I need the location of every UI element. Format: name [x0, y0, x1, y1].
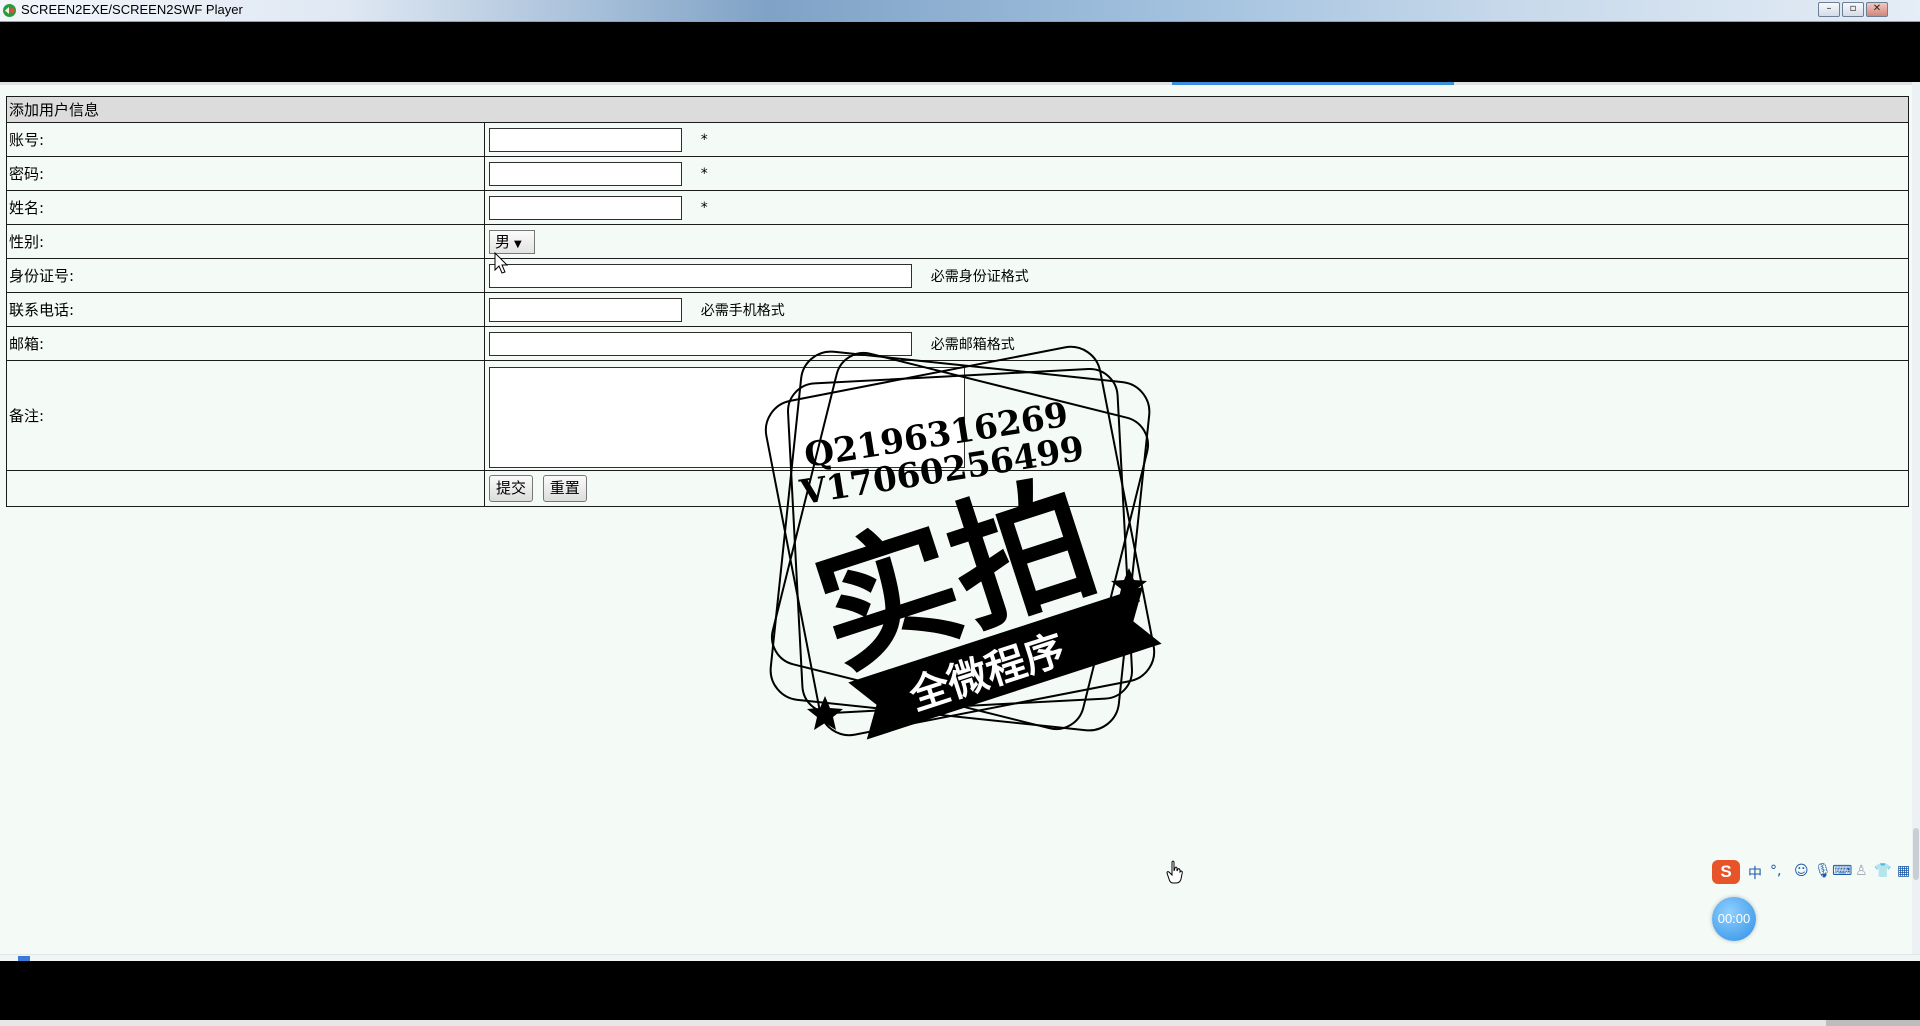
skin-shirt-icon[interactable]: 👕: [1874, 863, 1891, 879]
ime-punctuation-toggle[interactable]: °,: [1770, 863, 1781, 879]
keyboard-icon[interactable]: ⌨: [1832, 863, 1852, 879]
phone-input[interactable]: [489, 297, 682, 322]
active-tab-indicator: [1172, 82, 1454, 85]
ime-toolbar: S 中 °, ☺ 🎙 ⌨ ♙ 👕 ▦: [1712, 858, 1920, 886]
watermark-stamp: Q2196316269 V17060256499 实拍 全微程序: [764, 345, 1162, 740]
name-label: 姓名:: [6, 190, 485, 225]
mouse-arrow-cursor-icon: [494, 252, 509, 274]
form-row-account: 账号: *: [6, 122, 1909, 157]
form-row-password: 密码: *: [6, 156, 1909, 191]
submit-button[interactable]: 提交: [489, 475, 534, 502]
emoji-icon[interactable]: ☺: [1794, 863, 1809, 879]
email-label: 邮箱:: [6, 326, 485, 361]
form-row-gender: 性别: 男 ▼: [6, 224, 1909, 259]
player-progress-segment: [1826, 1020, 1920, 1026]
password-input[interactable]: [489, 161, 682, 186]
required-mark: *: [700, 131, 708, 148]
microphone-icon[interactable]: 🎙: [1814, 863, 1832, 879]
id-card-hint: 必需身份证格式: [930, 268, 1029, 285]
tab-strip-edge: [0, 82, 1920, 85]
ime-language-toggle[interactable]: 中: [1748, 863, 1762, 883]
hand-pointer-cursor-icon: [1166, 860, 1183, 884]
minimize-button[interactable]: –: [1818, 2, 1840, 17]
required-mark: *: [700, 165, 708, 182]
page-viewport: 添加用户信息 账号: * 密码: * 姓名: * 性别: 男 ▼ 身份证号: 必…: [0, 82, 1920, 961]
account-label: 账号:: [6, 122, 485, 157]
dropdown-arrow-icon: ▼: [514, 238, 522, 250]
minimize-icon: –: [1826, 3, 1832, 14]
maximize-icon: ▫: [1849, 3, 1857, 14]
letterbox-top: [0, 22, 1920, 82]
gender-label: 性别:: [6, 224, 485, 259]
actions-label-cell: [6, 470, 485, 507]
remark-label: 备注:: [6, 360, 485, 471]
sogou-logo-icon[interactable]: S: [1712, 860, 1740, 884]
required-mark: *: [700, 199, 708, 216]
phone-label: 联系电话:: [6, 292, 485, 327]
recording-timer[interactable]: 00:00: [1712, 897, 1756, 941]
window-title-bar: SCREEN2EXE/SCREEN2SWF Player – ▫ ✕: [0, 0, 1920, 22]
grid-menu-icon[interactable]: ▦: [1897, 863, 1910, 879]
close-button[interactable]: ✕: [1866, 2, 1888, 17]
letterbox-bottom: [0, 961, 1920, 1026]
name-input[interactable]: [489, 195, 682, 220]
password-label: 密码:: [6, 156, 485, 191]
account-input[interactable]: [489, 127, 682, 152]
maximize-button[interactable]: ▫: [1842, 2, 1864, 17]
form-title: 添加用户信息: [6, 96, 1909, 123]
id-card-input[interactable]: [489, 263, 912, 288]
player-bottom-strip: [0, 1020, 1920, 1026]
reset-button[interactable]: 重置: [542, 475, 587, 502]
window-title: SCREEN2EXE/SCREEN2SWF Player: [21, 2, 243, 17]
scrollbar-thumb[interactable]: [1913, 828, 1919, 880]
user-icon[interactable]: ♙: [1855, 863, 1868, 879]
app-icon: [3, 4, 16, 17]
gender-selected-value: 男: [495, 232, 511, 251]
close-icon: ✕: [1872, 3, 1882, 14]
id-card-label: 身份证号:: [6, 258, 485, 293]
gender-select[interactable]: 男 ▼: [489, 229, 535, 254]
form-row-id-card: 身份证号: 必需身份证格式: [6, 258, 1909, 293]
browser-status-bar: [0, 954, 1920, 961]
right-scroll-track[interactable]: [1912, 82, 1920, 954]
form-row-name: 姓名: *: [6, 190, 1909, 225]
